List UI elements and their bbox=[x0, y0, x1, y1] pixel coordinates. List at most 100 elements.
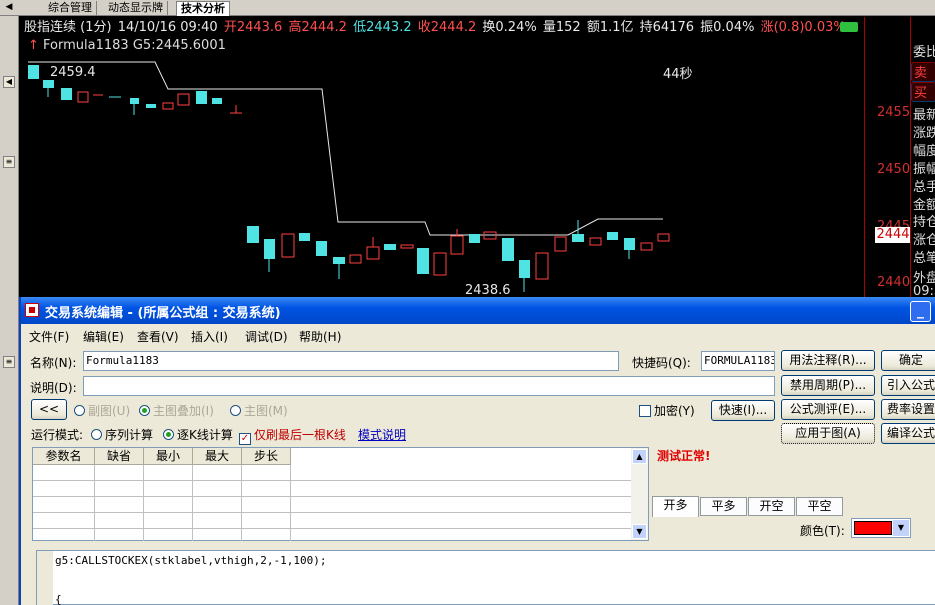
color-swatch bbox=[854, 521, 892, 535]
left-menu-icon[interactable]: ≡ bbox=[3, 156, 15, 168]
formula-name: Formula1183 bbox=[43, 38, 129, 53]
scroll-down-icon[interactable]: ▼ bbox=[632, 524, 647, 539]
radio-main-overlay[interactable]: 主图叠加(I) bbox=[139, 402, 214, 419]
candle bbox=[349, 254, 362, 264]
apply-to-chart-button[interactable]: 应用于图(A) bbox=[781, 423, 875, 444]
left-scroll-icon[interactable]: ◀ bbox=[3, 76, 15, 88]
column-header[interactable]: 缺省 bbox=[95, 448, 144, 465]
candle bbox=[519, 260, 530, 278]
tab-open-short[interactable]: 开空 bbox=[748, 497, 795, 516]
column-header[interactable]: 参数名 bbox=[33, 448, 95, 465]
tab-close-short[interactable]: 平空 bbox=[796, 497, 843, 516]
quote-label: 最新 bbox=[913, 108, 935, 123]
encrypt-checkbox[interactable]: 加密(Y) bbox=[639, 402, 695, 419]
candle bbox=[61, 88, 72, 100]
usage-notes-button[interactable]: 用法注释(R)... bbox=[781, 350, 875, 371]
candle bbox=[657, 233, 670, 242]
candle bbox=[299, 233, 310, 241]
tab-open-long[interactable]: 开多 bbox=[652, 496, 699, 517]
menu-insert[interactable]: 插入(I) bbox=[191, 328, 228, 345]
formula-value: G5:2445.6001 bbox=[132, 38, 226, 53]
mode-help-link[interactable]: 模式说明 bbox=[358, 426, 406, 443]
table-row[interactable] bbox=[33, 513, 631, 529]
refresh-last-bar-checkbox[interactable]: ✓ 仅刷最后一根K线 bbox=[239, 426, 346, 445]
candle bbox=[196, 91, 207, 104]
menu-view[interactable]: 查看(V) bbox=[137, 328, 179, 345]
column-header[interactable]: 最小 bbox=[144, 448, 193, 465]
tab-scroll-left-icon[interactable]: ◀ bbox=[2, 0, 16, 15]
chart-high: 高2444.2 bbox=[288, 20, 347, 35]
price-tick: 2440 bbox=[877, 275, 911, 290]
tab-technical-analysis[interactable]: 技术分析 bbox=[176, 1, 230, 16]
parameter-table[interactable]: 参数名 缺省 最小 最大 步长 ▲ ▼ bbox=[32, 447, 649, 541]
code-line[interactable]: { bbox=[55, 593, 62, 605]
shortcut-field[interactable]: FORMULA1183 bbox=[701, 351, 775, 371]
compile-formula-button[interactable]: 编译公式 bbox=[881, 423, 935, 444]
chart-change: 涨(0.8)0.03% bbox=[760, 20, 846, 35]
app-icon bbox=[25, 303, 39, 317]
candle bbox=[469, 234, 480, 243]
menu-help[interactable]: 帮助(H) bbox=[299, 328, 341, 345]
run-mode-label: 运行模式: bbox=[31, 428, 84, 442]
tab-dynamic-board[interactable]: 动态显示牌 bbox=[104, 1, 168, 16]
candle bbox=[281, 233, 295, 258]
radio-per-bar-calc[interactable]: 逐K线计算 bbox=[163, 426, 233, 443]
disable-period-button[interactable]: 禁用周期(P)... bbox=[781, 375, 875, 396]
menu-edit[interactable]: 编辑(E) bbox=[83, 328, 124, 345]
price-axis: 2455 2450 2445 2440 2444 bbox=[864, 17, 911, 297]
fee-settings-button[interactable]: 费率设置 bbox=[881, 399, 935, 420]
radio-mainchart[interactable]: 主图(M) bbox=[230, 402, 288, 419]
candle bbox=[264, 239, 275, 259]
menu-debug[interactable]: 调试(D) bbox=[245, 328, 288, 345]
minimize-icon[interactable]: _ bbox=[910, 301, 931, 322]
table-row[interactable] bbox=[33, 497, 631, 513]
collapse-button[interactable]: << bbox=[31, 399, 67, 420]
fast-button[interactable]: 快速(I)... bbox=[711, 400, 775, 421]
color-select[interactable]: ▼ bbox=[851, 518, 911, 538]
candle bbox=[333, 257, 345, 264]
column-header[interactable]: 最大 bbox=[193, 448, 242, 465]
quote-panel: 委比 卖 买 最新 涨跌 幅度 振幅 总手 金额 持仓 涨仓 总笔 外盘 09:… bbox=[910, 17, 935, 297]
sell-button[interactable]: 卖 bbox=[911, 62, 935, 82]
code-line[interactable]: g5:CALLSTOCKEX(stklabel,vthigh,2,-1,100)… bbox=[55, 554, 327, 567]
candle bbox=[624, 238, 635, 250]
formula-eval-button[interactable]: 公式测评(E)... bbox=[781, 399, 875, 420]
desc-field[interactable] bbox=[83, 376, 775, 396]
candle bbox=[502, 238, 514, 261]
quote-label: 振幅 bbox=[913, 162, 935, 177]
candle bbox=[450, 235, 464, 255]
table-row[interactable] bbox=[33, 481, 631, 497]
column-header[interactable]: 步长 bbox=[242, 448, 291, 465]
tab-general-management[interactable]: 综合管理 bbox=[44, 1, 97, 16]
buy-button[interactable]: 买 bbox=[911, 82, 935, 102]
candle bbox=[130, 98, 139, 104]
radio-series-calc[interactable]: 序列计算 bbox=[91, 426, 153, 443]
low-marker-label: 2438.6 bbox=[465, 283, 511, 298]
candle bbox=[572, 234, 584, 242]
chevron-down-icon[interactable]: ▼ bbox=[893, 520, 909, 536]
chart-open: 开2443.6 bbox=[223, 20, 283, 35]
test-status: 测试正常! bbox=[657, 449, 711, 463]
formula-code-editor[interactable]: g5:CALLSTOCKEX(stklabel,vthigh,2,-1,100)… bbox=[36, 550, 935, 605]
encrypt-checkbox-box bbox=[639, 405, 651, 417]
formula-g5-line bbox=[28, 61, 663, 236]
ok-button[interactable]: 确定 bbox=[881, 350, 935, 371]
import-formula-button[interactable]: 引入公式 bbox=[881, 375, 935, 396]
menu-file[interactable]: 文件(F) bbox=[29, 328, 69, 345]
candle bbox=[162, 102, 174, 110]
candle bbox=[554, 236, 567, 252]
candle bbox=[384, 244, 396, 250]
left-menu-icon-2[interactable]: ≡ bbox=[3, 356, 15, 368]
scroll-up-icon[interactable]: ▲ bbox=[632, 449, 647, 464]
kline-chart[interactable]: 股指连续 (1分) 14/10/16 09:40 开2443.6 高2444.2… bbox=[20, 17, 864, 298]
signal-icon[interactable] bbox=[840, 22, 858, 32]
dialog-titlebar[interactable]: 交易系统编辑 - (所属公式组 : 交易系统) _ bbox=[21, 297, 935, 324]
table-scrollbar[interactable]: ▲ ▼ bbox=[631, 448, 648, 540]
chart-info-bar: 股指连续 (1分) 14/10/16 09:40 开2443.6 高2444.2… bbox=[24, 20, 848, 36]
candlesticks bbox=[28, 65, 670, 292]
tab-close-long[interactable]: 平多 bbox=[700, 497, 747, 516]
table-row[interactable] bbox=[33, 465, 631, 481]
radio-subchart[interactable]: 副图(U) bbox=[74, 402, 130, 419]
name-field[interactable]: Formula1183 bbox=[83, 351, 619, 371]
candle bbox=[640, 242, 653, 251]
